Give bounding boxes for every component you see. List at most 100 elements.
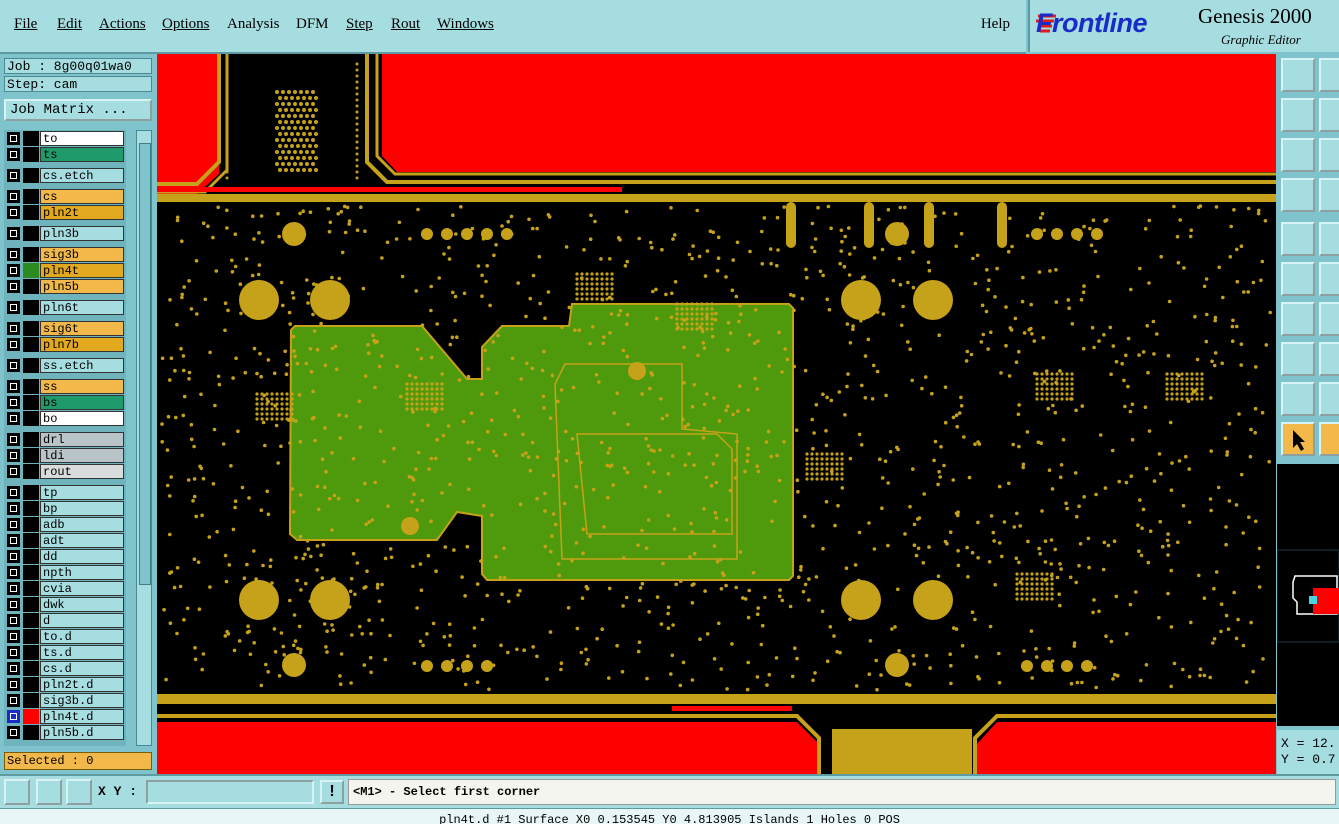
layer-checkbox[interactable] [7, 502, 20, 515]
layer-color-swatch[interactable] [23, 501, 39, 516]
job-matrix-button[interactable]: Job Matrix ... [4, 99, 152, 121]
layer-checkbox[interactable] [7, 148, 20, 161]
layer-color-swatch[interactable] [23, 247, 39, 262]
layer-row[interactable]: pln4t [4, 263, 126, 278]
layer-name[interactable]: sig3b [40, 247, 124, 262]
layer-row[interactable]: pln2t [4, 205, 126, 220]
layer-row[interactable]: ts [4, 147, 126, 162]
layer-checkbox[interactable] [7, 582, 20, 595]
layer-color-swatch[interactable] [23, 263, 39, 278]
menu-file[interactable]: File [14, 16, 37, 33]
layer-name[interactable]: sig3b.d [40, 693, 124, 708]
polygon-icon[interactable] [1319, 382, 1339, 416]
layer-color-swatch[interactable] [23, 645, 39, 660]
layer-color-swatch[interactable] [23, 448, 39, 463]
layer-name[interactable]: tp [40, 485, 124, 500]
layer-checkbox[interactable] [7, 646, 20, 659]
layer-name[interactable]: adt [40, 533, 124, 548]
layer-row[interactable]: cvia [4, 581, 126, 596]
layer-name[interactable]: ldi [40, 448, 124, 463]
layer-checkbox[interactable] [7, 169, 20, 182]
layer-name[interactable]: rout [40, 464, 124, 479]
layer-checkbox[interactable] [7, 248, 20, 261]
menu-step[interactable]: Step [346, 16, 373, 33]
layer-name[interactable]: pln4t [40, 263, 124, 278]
layer-color-swatch[interactable] [23, 709, 39, 724]
layer-row[interactable]: ldi [4, 448, 126, 463]
layer-color-swatch[interactable] [23, 549, 39, 564]
layer-row[interactable]: cs.d [4, 661, 126, 676]
measure-icon[interactable] [1281, 178, 1315, 212]
layer-color-swatch[interactable] [23, 565, 39, 580]
layer-row[interactable]: drl [4, 432, 126, 447]
layer-checkbox[interactable] [7, 550, 20, 563]
graphic-canvas[interactable] [157, 54, 1276, 774]
layer-row[interactable]: sig3b [4, 247, 126, 262]
layer-name[interactable]: bo [40, 411, 124, 426]
layer-checkbox[interactable] [7, 206, 20, 219]
layer-row[interactable]: tp [4, 485, 126, 500]
layer-name[interactable]: cs.d [40, 661, 124, 676]
layer-name[interactable]: drl [40, 432, 124, 447]
layer-row[interactable]: ss.etch [4, 358, 126, 373]
snap-icon[interactable] [1281, 342, 1315, 376]
layer-color-swatch[interactable] [23, 661, 39, 676]
layer-row[interactable]: dd [4, 549, 126, 564]
layer-name[interactable]: ts [40, 147, 124, 162]
layer-color-swatch[interactable] [23, 168, 39, 183]
menu-options[interactable]: Options [162, 16, 210, 33]
grid-snap-icon[interactable] [66, 779, 92, 805]
layer-name[interactable]: pln5b.d [40, 725, 124, 740]
layer-row[interactable]: sig3b.d [4, 693, 126, 708]
layer-name[interactable]: ss.etch [40, 358, 124, 373]
cross-icon[interactable] [1319, 262, 1339, 296]
layer-row[interactable]: bp [4, 501, 126, 516]
layer-color-swatch[interactable] [23, 300, 39, 315]
layer-color-swatch[interactable] [23, 629, 39, 644]
layer-color-swatch[interactable] [23, 533, 39, 548]
layer-color-swatch[interactable] [23, 358, 39, 373]
layer-list-scrollbar[interactable] [136, 130, 152, 746]
layer-checkbox[interactable] [7, 614, 20, 627]
layer-color-swatch[interactable] [23, 321, 39, 336]
layer-row[interactable]: pln5b [4, 279, 126, 294]
layer-name[interactable]: pln2t.d [40, 677, 124, 692]
layer-color-swatch[interactable] [23, 581, 39, 596]
menu-windows[interactable]: Windows [437, 16, 494, 33]
pointer-icon[interactable] [1281, 422, 1315, 456]
layer-row[interactable]: d [4, 613, 126, 628]
layer-row[interactable]: ts.d [4, 645, 126, 660]
layer-checkbox[interactable] [7, 710, 20, 723]
select-layer-icon[interactable] [1281, 222, 1315, 256]
minimap[interactable] [1276, 464, 1339, 726]
layer-color-swatch[interactable] [23, 395, 39, 410]
layer-color-swatch[interactable] [23, 411, 39, 426]
fit-view-icon[interactable] [1281, 138, 1315, 172]
layer-name[interactable]: pln7b [40, 337, 124, 352]
menu-analysis[interactable]: Analysis [227, 16, 280, 33]
pcb-drawing[interactable] [157, 54, 1276, 774]
layer-color-swatch[interactable] [23, 485, 39, 500]
layer-checkbox[interactable] [7, 598, 20, 611]
layer-row[interactable]: ss [4, 379, 126, 394]
layer-row[interactable]: npth [4, 565, 126, 580]
layer-checkbox[interactable] [7, 486, 20, 499]
layer-row[interactable]: pln2t.d [4, 677, 126, 692]
layer-checkbox[interactable] [7, 678, 20, 691]
layer-checkbox[interactable] [7, 694, 20, 707]
layer-name[interactable]: to [40, 131, 124, 146]
zoom-in-icon[interactable] [1319, 98, 1339, 132]
layer-row[interactable]: dwk [4, 597, 126, 612]
menu-actions[interactable]: Actions [99, 16, 146, 33]
layer-name[interactable]: pln6t [40, 300, 124, 315]
layer-row[interactable]: cs.etch [4, 168, 126, 183]
layer-row[interactable]: to [4, 131, 126, 146]
layer-checkbox[interactable] [7, 380, 20, 393]
layer-row[interactable]: pln5b.d [4, 725, 126, 740]
menu-dfm[interactable]: DFM [296, 16, 329, 33]
layer-checkbox[interactable] [7, 264, 20, 277]
menu-edit[interactable]: Edit [57, 16, 82, 33]
layer-checkbox[interactable] [7, 132, 20, 145]
layer-checkbox[interactable] [7, 449, 20, 462]
layer-name[interactable]: ts.d [40, 645, 124, 660]
